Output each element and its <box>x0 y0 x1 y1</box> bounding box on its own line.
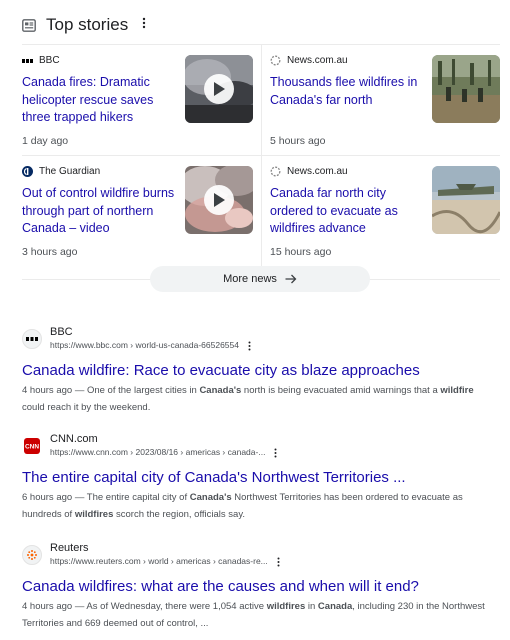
news-icon <box>22 18 36 32</box>
story-source-name: BBC <box>39 55 60 66</box>
snippet-text: 4 hours ago — One of the largest cities … <box>22 385 200 396</box>
story-thumbnail[interactable] <box>432 55 500 123</box>
story-source-name: News.com.au <box>287 166 348 177</box>
snippet-keyword: Canada <box>317 601 353 612</box>
result-url: https://www.bbc.com › world-us-canada-66… <box>50 339 251 352</box>
result-url-text: https://www.cnn.com › 2023/08/16 › ameri… <box>50 447 266 457</box>
result-snippet: 6 hours ago — The entire capital city of… <box>22 489 492 523</box>
reuters-favicon <box>22 545 42 565</box>
result-url-text: https://www.reuters.com › world › americ… <box>50 556 268 566</box>
story-card[interactable]: BBC Canada fires: Dramatic helicopter re… <box>22 45 261 155</box>
story-source-name: The Guardian <box>39 166 101 177</box>
story-source: News.com.au <box>270 55 348 66</box>
result-title-link[interactable]: The entire capital city of Canada's Nort… <box>22 468 492 488</box>
arrow-right-icon <box>285 274 297 284</box>
result-site-name: CNN.com <box>50 433 98 445</box>
play-icon[interactable] <box>204 74 234 104</box>
result-header[interactable]: CNN CNN.com https://www.cnn.com › 2023/0… <box>22 433 492 461</box>
result-title-link[interactable]: Canada wildfires: what are the causes an… <box>22 577 492 597</box>
snippet-keyword: Canada's <box>199 385 242 396</box>
top-stories-header: Top stories <box>22 13 146 37</box>
result-site-name: Reuters <box>50 542 89 554</box>
story-time: 3 hours ago <box>22 246 78 258</box>
svg-text:CNN: CNN <box>25 444 39 451</box>
result-title-link[interactable]: Canada wildfire: Race to evacuate city a… <box>22 361 492 381</box>
story-source: BBC <box>22 55 60 66</box>
snippet-text: could reach it by the weekend. <box>22 402 151 413</box>
snippet-text: 6 hours ago — The entire capital city of <box>22 492 190 503</box>
story-source-name: News.com.au <box>287 55 348 66</box>
top-stories-grid: BBC Canada fires: Dramatic helicopter re… <box>22 44 500 266</box>
snippet-text: north is being evacuated amid warnings t… <box>241 385 441 396</box>
snippet-text: in <box>305 601 318 612</box>
story-card[interactable]: News.com.au Thousands flee wildfires in … <box>261 45 500 155</box>
snippet-keyword: wildfires <box>266 601 306 612</box>
result-url: https://www.reuters.com › world › americ… <box>50 555 280 568</box>
result-site-name: BBC <box>50 326 73 338</box>
stories-row: BBC Canada fires: Dramatic helicopter re… <box>22 45 500 156</box>
newscomau-logo <box>270 55 281 66</box>
top-stories-title: Top stories <box>46 15 129 34</box>
story-headline-link[interactable]: Canada fires: Dramatic helicopter rescue… <box>22 74 177 127</box>
result-header[interactable]: BBC https://www.bbc.com › world-us-canad… <box>22 326 492 354</box>
more-news-button[interactable]: More news <box>150 266 370 292</box>
snippet-text: scorch the region, officials say. <box>113 509 246 520</box>
story-time: 15 hours ago <box>270 246 332 258</box>
play-icon[interactable] <box>204 185 234 215</box>
search-result: CNN CNN.com https://www.cnn.com › 2023/0… <box>22 433 492 523</box>
cnn-favicon: CNN <box>24 438 40 454</box>
result-url: https://www.cnn.com › 2023/08/16 › ameri… <box>50 446 277 459</box>
result-snippet: 4 hours ago — One of the largest cities … <box>22 382 492 416</box>
story-card[interactable]: News.com.au Canada far north city ordere… <box>261 156 500 266</box>
story-source: The Guardian <box>22 166 100 177</box>
more-vert-icon[interactable] <box>142 16 146 34</box>
result-snippet: 4 hours ago — As of Wednesday, there wer… <box>22 598 492 632</box>
more-vert-icon[interactable] <box>274 448 277 458</box>
snippet-keyword: wildfire <box>440 385 474 396</box>
story-time: 1 day ago <box>22 135 69 147</box>
story-headline-link[interactable]: Canada far north city ordered to evacuat… <box>270 185 420 238</box>
newscomau-logo <box>270 166 281 177</box>
story-card[interactable]: The Guardian Out of control wildfire bur… <box>22 156 261 266</box>
more-news-label: More news <box>223 273 277 285</box>
snippet-text: 4 hours ago — As of Wednesday, there wer… <box>22 601 267 612</box>
snippet-keyword: wildfires <box>74 509 114 520</box>
search-result: BBC https://www.bbc.com › world-us-canad… <box>22 326 492 416</box>
bbc-favicon <box>22 329 42 349</box>
bbc-logo <box>22 55 33 66</box>
story-headline-link[interactable]: Thousands flee wildfires in Canada's far… <box>270 74 420 109</box>
more-vert-icon[interactable] <box>248 341 251 351</box>
guardian-logo <box>22 166 33 177</box>
snippet-keyword: Canada's <box>189 492 232 503</box>
result-url-text: https://www.bbc.com › world-us-canada-66… <box>50 340 239 350</box>
search-result: Reuters https://www.reuters.com › world … <box>22 542 492 632</box>
story-thumbnail[interactable] <box>185 55 253 123</box>
story-headline-link[interactable]: Out of control wildfire burns through pa… <box>22 185 177 238</box>
result-header[interactable]: Reuters https://www.reuters.com › world … <box>22 542 492 570</box>
story-time: 5 hours ago <box>270 135 326 147</box>
stories-row: The Guardian Out of control wildfire bur… <box>22 156 500 266</box>
story-thumbnail[interactable] <box>185 166 253 234</box>
more-vert-icon[interactable] <box>277 557 280 567</box>
story-thumbnail[interactable] <box>432 166 500 234</box>
story-source: News.com.au <box>270 166 348 177</box>
